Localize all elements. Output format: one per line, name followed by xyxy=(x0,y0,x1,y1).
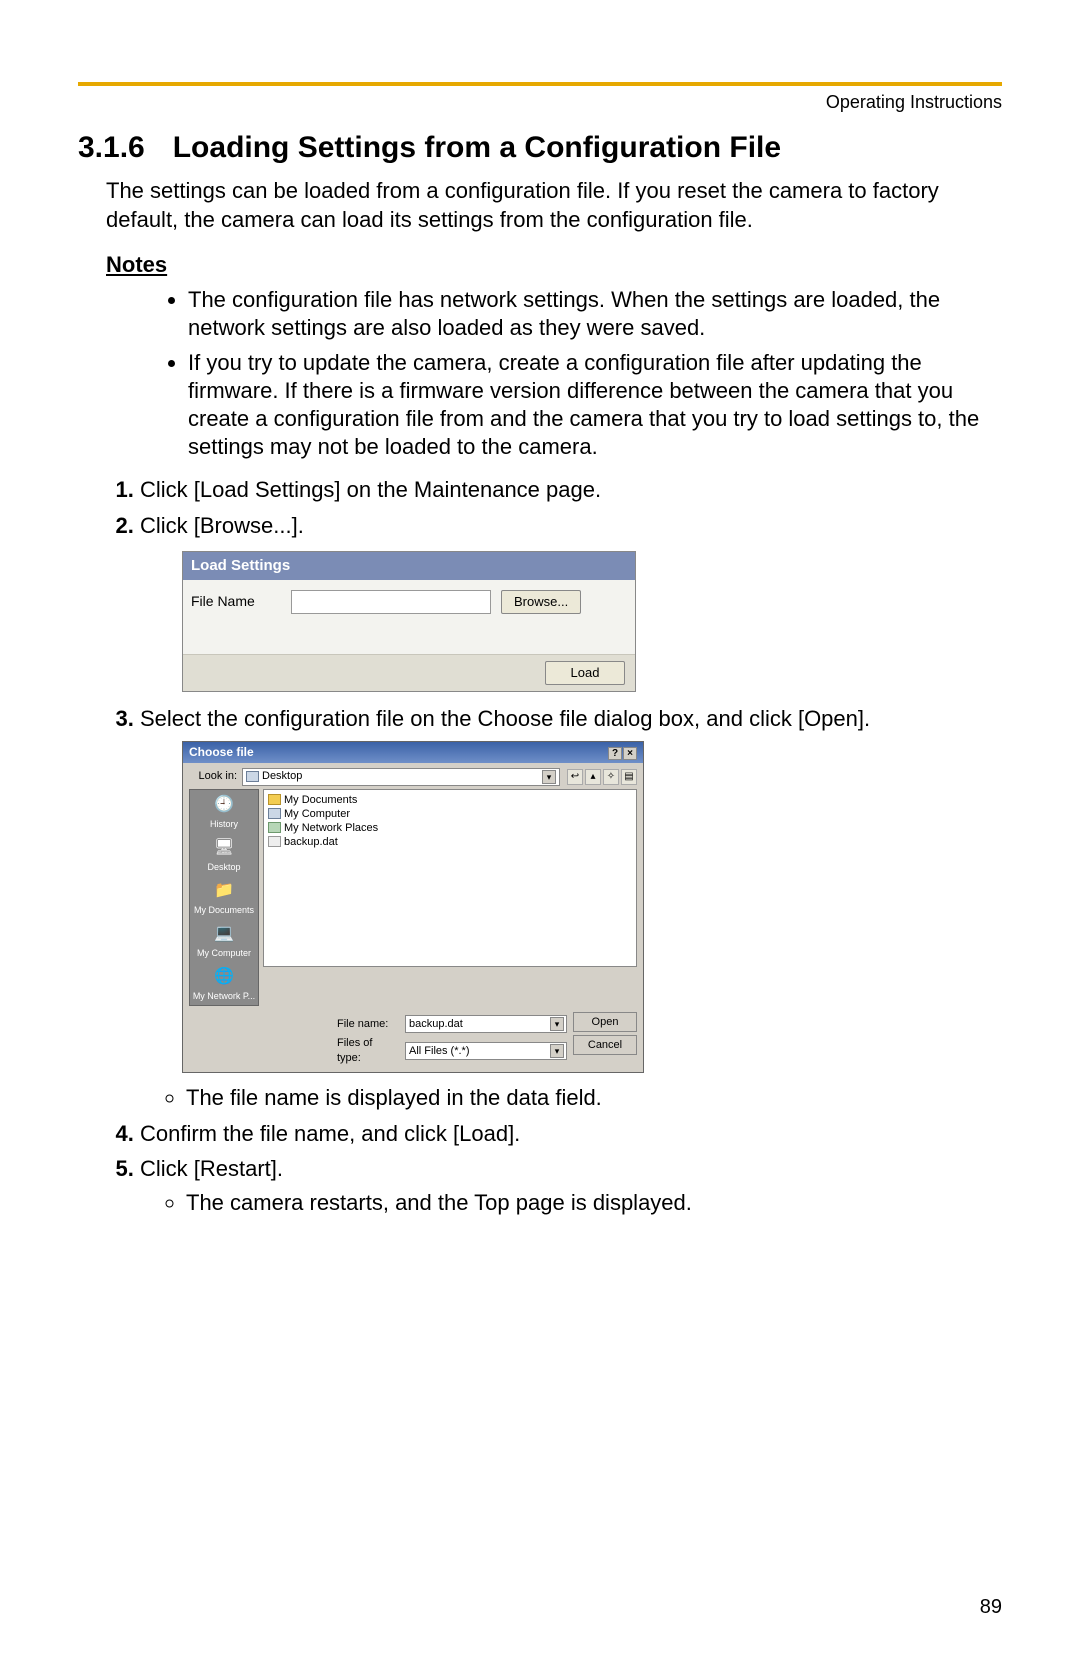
page-number: 89 xyxy=(980,1596,1002,1619)
lookin-row: Look in: Desktop ▾ ↩▴✧▤ xyxy=(183,763,643,789)
intro-paragraph: The settings can be loaded from a config… xyxy=(78,177,1002,234)
step-5-sub: The camera restarts, and the Top page is… xyxy=(186,1188,1002,1218)
mydocs-icon: 📁 xyxy=(210,879,238,903)
load-settings-content: File Name Browse... xyxy=(183,580,635,654)
computer-icon xyxy=(268,808,281,819)
step-1: Click [Load Settings] on the Maintenance… xyxy=(140,475,1002,505)
place-mycomp[interactable]: 💻My Computer xyxy=(190,919,258,962)
place-history[interactable]: 🕘History xyxy=(190,790,258,833)
place-desktop[interactable]: 🖥Desktop xyxy=(190,833,258,876)
filename-combo[interactable]: backup.dat ▾ xyxy=(405,1015,567,1033)
views-icon[interactable]: ▤ xyxy=(621,769,637,785)
open-button[interactable]: Open xyxy=(573,1012,637,1032)
history-icon: 🕘 xyxy=(210,793,238,817)
newfolder-icon[interactable]: ✧ xyxy=(603,769,619,785)
list-item[interactable]: My Documents xyxy=(268,793,632,807)
list-item[interactable]: backup.dat xyxy=(268,835,632,849)
cancel-button[interactable]: Cancel xyxy=(573,1035,637,1055)
steps-list: Click [Load Settings] on the Maintenance… xyxy=(78,475,1002,1218)
load-settings-footer: Load xyxy=(183,654,635,691)
choose-file-body: 🕘History 🖥Desktop 📁My Documents 💻My Comp… xyxy=(183,789,643,1011)
file-icon xyxy=(268,836,281,847)
lookin-value: Desktop xyxy=(262,769,302,784)
step-3-sub: The file name is displayed in the data f… xyxy=(186,1083,1002,1113)
choose-file-titlebar: Choose file ?× xyxy=(183,742,643,762)
chevron-down-icon: ▾ xyxy=(550,1044,564,1058)
file-name-input[interactable] xyxy=(291,590,491,614)
close-icon[interactable]: × xyxy=(623,747,637,760)
chevron-down-icon: ▾ xyxy=(550,1017,564,1031)
filetype-label: Files of type: xyxy=(263,1036,399,1066)
running-header: Operating Instructions xyxy=(78,92,1002,113)
section-number: 3.1.6 xyxy=(78,131,145,165)
step-5-text: Click [Restart]. xyxy=(140,1156,283,1181)
section-heading-text: Loading Settings from a Configuration Fi… xyxy=(173,131,781,164)
notes-item: The configuration file has network setti… xyxy=(188,286,1002,342)
back-icon[interactable]: ↩ xyxy=(567,769,583,785)
step-4: Confirm the file name, and click [Load]. xyxy=(140,1119,1002,1149)
choose-file-dialog: Choose file ?× Look in: Desktop ▾ ↩▴✧▤ xyxy=(182,741,644,1073)
place-mydocs[interactable]: 📁My Documents xyxy=(190,876,258,919)
lookin-label: Look in: xyxy=(189,769,237,784)
filename-value: backup.dat xyxy=(409,1017,463,1032)
filename-label: File name: xyxy=(263,1017,399,1032)
load-settings-dialog: Load Settings File Name Browse... Load xyxy=(182,551,636,692)
mynet-icon: 🌐 xyxy=(210,965,238,989)
filetype-combo[interactable]: All Files (*.*) ▾ xyxy=(405,1042,567,1060)
place-mynet[interactable]: 🌐My Network P... xyxy=(190,962,258,1005)
up-icon[interactable]: ▴ xyxy=(585,769,601,785)
window-controls: ?× xyxy=(607,744,637,760)
browse-button[interactable]: Browse... xyxy=(501,590,581,614)
list-item[interactable]: My Network Places xyxy=(268,821,632,835)
filetype-value: All Files (*.*) xyxy=(409,1044,470,1059)
section-title: 3.1.6 Loading Settings from a Configurati… xyxy=(78,131,1002,165)
notes-list: The configuration file has network setti… xyxy=(78,286,1002,461)
notes-heading: Notes xyxy=(106,252,1002,278)
notes-item: If you try to update the camera, create … xyxy=(188,349,1002,462)
folder-icon xyxy=(268,794,281,805)
chevron-down-icon: ▾ xyxy=(542,770,556,784)
document-page: Operating Instructions 3.1.6 Loading Sett… xyxy=(0,0,1080,1669)
desktop-icon xyxy=(246,771,259,782)
step-5-sublist: The camera restarts, and the Top page is… xyxy=(140,1188,1002,1218)
mycomp-icon: 💻 xyxy=(210,922,238,946)
file-list[interactable]: My Documents My Computer My Network Plac… xyxy=(263,789,637,967)
desktop-place-icon: 🖥 xyxy=(210,836,238,860)
file-name-label: File Name xyxy=(191,592,281,611)
step-2-text: Click [Browse...]. xyxy=(140,513,304,538)
load-settings-titlebar: Load Settings xyxy=(183,552,635,580)
list-item[interactable]: My Computer xyxy=(268,807,632,821)
step-3-text: Select the configuration file on the Cho… xyxy=(140,706,870,731)
step-2: Click [Browse...]. Load Settings File Na… xyxy=(140,511,1002,692)
help-icon[interactable]: ? xyxy=(608,747,622,760)
step-5: Click [Restart]. The camera restarts, an… xyxy=(140,1154,1002,1217)
places-bar: 🕘History 🖥Desktop 📁My Documents 💻My Comp… xyxy=(189,789,259,1007)
load-button[interactable]: Load xyxy=(545,661,625,685)
choose-file-title: Choose file xyxy=(189,744,254,760)
step-3: Select the configuration file on the Cho… xyxy=(140,704,1002,1113)
choose-file-bottom: File name: backup.dat ▾ Files of type: A… xyxy=(183,1010,643,1072)
toolbar-icons: ↩▴✧▤ xyxy=(565,769,637,785)
step-3-sublist: The file name is displayed in the data f… xyxy=(140,1083,1002,1113)
header-rule xyxy=(78,82,1002,86)
lookin-dropdown[interactable]: Desktop ▾ xyxy=(242,768,560,786)
network-icon xyxy=(268,822,281,833)
